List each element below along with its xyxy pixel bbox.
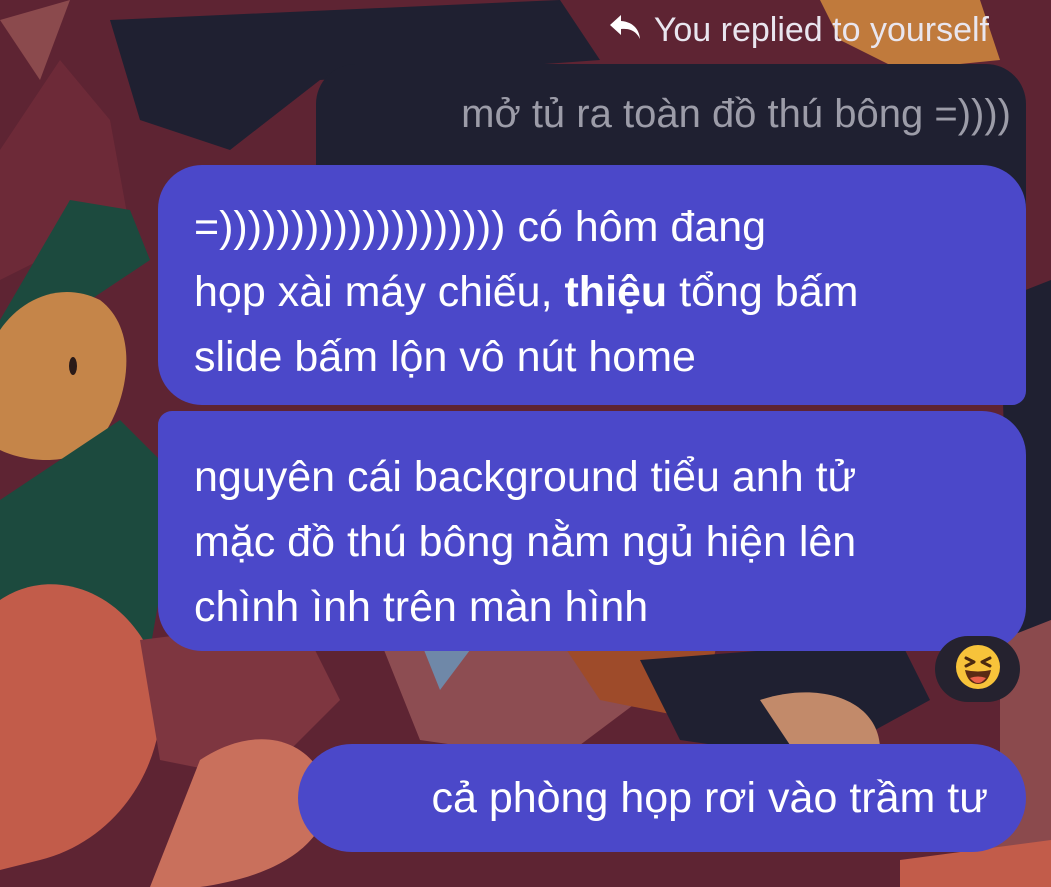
text-segment: cả phòng họp rơi vào trầm tư	[431, 773, 988, 822]
text-segment: họp xài máy chiếu,	[194, 268, 565, 316]
text-segment: slide bấm lộn vô nút home	[194, 333, 696, 381]
reply-header: You replied to yourself	[608, 10, 989, 50]
bold-text-segment: thiệu	[564, 268, 668, 316]
text-segment: nguyên cái background tiểu anh tử	[194, 453, 857, 501]
reply-header-text: You replied to yourself	[653, 10, 989, 49]
message-bubble[interactable]: =)))))))))))))))))))) có hôm đang họp xài…	[158, 165, 1026, 405]
message-line: chình ình trên màn hình	[194, 575, 996, 640]
message-line: mặc đồ thú bông nằm ngủ hiện lên	[194, 510, 996, 575]
reaction-badge[interactable]	[935, 636, 1020, 702]
reply-arrow-icon	[608, 11, 642, 50]
laughing-face-icon	[954, 643, 1002, 696]
message-line: =)))))))))))))))))))) có hôm đang	[194, 195, 996, 260]
message-line: slide bấm lộn vô nút home	[194, 325, 996, 390]
message-line: họp xài máy chiếu, thiệu tổng bấm	[194, 260, 996, 325]
text-segment: chình ình trên màn hình	[194, 583, 649, 631]
quoted-message-text: mở tủ ra toàn đồ thú bông =))))	[461, 92, 1011, 136]
text-segment: =)))))))))))))))))))) có hôm đang	[194, 203, 767, 251]
text-segment: tổng bấm	[667, 268, 859, 316]
message-bubble[interactable]: cả phòng họp rơi vào trầm tư	[298, 744, 1026, 852]
message-line: nguyên cái background tiểu anh tử	[194, 445, 996, 510]
message-bubble[interactable]: nguyên cái background tiểu anh tử mặc đồ …	[158, 411, 1026, 651]
text-segment: mặc đồ thú bông nằm ngủ hiện lên	[194, 518, 857, 566]
message-line: cả phòng họp rơi vào trầm tư	[431, 766, 988, 831]
